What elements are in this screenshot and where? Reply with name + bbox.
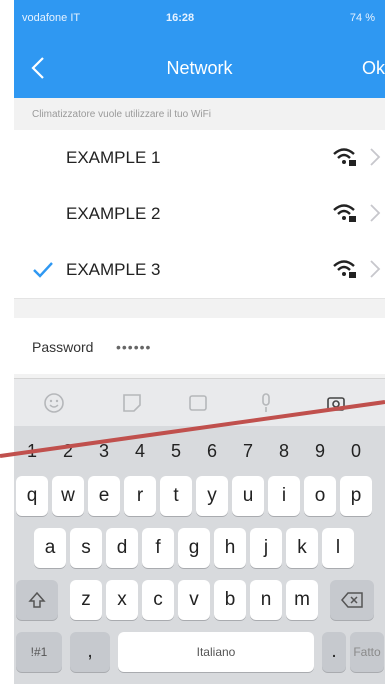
key-x[interactable]: x: [106, 580, 138, 620]
key-i[interactable]: i: [268, 476, 300, 516]
section-hint: Climatizzatore vuole utilizzare il tuo W…: [14, 98, 385, 130]
key-k[interactable]: k: [286, 528, 318, 568]
space-key[interactable]: Italiano: [118, 632, 314, 672]
password-field[interactable]: Password ••••••: [14, 318, 385, 374]
key-9[interactable]: 9: [302, 434, 338, 468]
status-bar: vodafone IT 16:28 74 %: [14, 0, 385, 40]
key-8[interactable]: 8: [266, 434, 302, 468]
phone-screen: vodafone IT 16:28 74 % Network Ok Climat…: [14, 0, 385, 684]
microphone-icon[interactable]: [254, 391, 278, 415]
key-l[interactable]: l: [322, 528, 354, 568]
key-0[interactable]: 0: [338, 434, 374, 468]
chevron-right-icon: [370, 204, 381, 222]
clock: 16:28: [166, 12, 195, 24]
key-2[interactable]: 2: [50, 434, 86, 468]
network-row-2[interactable]: EXAMPLE 2: [14, 186, 385, 243]
key-h[interactable]: h: [214, 528, 246, 568]
nav-bar: Network Ok: [14, 40, 385, 98]
comma-key[interactable]: ,: [70, 632, 110, 672]
hint-text: Climatizzatore vuole utilizzare il tuo W…: [32, 109, 211, 120]
left-margin: [0, 0, 14, 684]
key-d[interactable]: d: [106, 528, 138, 568]
gif-icon[interactable]: [186, 391, 210, 415]
shift-key[interactable]: [16, 580, 58, 620]
key-z[interactable]: z: [70, 580, 102, 620]
key-p[interactable]: p: [340, 476, 372, 516]
password-value[interactable]: ••••••: [116, 339, 151, 355]
period-key[interactable]: .: [322, 632, 346, 672]
network-row-3[interactable]: EXAMPLE 3: [14, 242, 385, 299]
network-name: EXAMPLE 2: [66, 204, 161, 223]
symbols-key[interactable]: !#1: [16, 632, 62, 672]
network-name: EXAMPLE 3: [66, 260, 161, 279]
page-title: Network: [166, 58, 233, 78]
wifi-lock-icon: [333, 204, 356, 222]
ok-button[interactable]: Ok: [362, 58, 385, 79]
carrier-label: vodafone IT: [22, 12, 81, 24]
key-w[interactable]: w: [52, 476, 84, 516]
key-c[interactable]: c: [142, 580, 174, 620]
key-g[interactable]: g: [178, 528, 210, 568]
wifi-lock-icon: [333, 148, 356, 166]
keyboard: 1 2 3 4 5 6 7 8 9 0 q w e r t y u i o p …: [14, 426, 385, 684]
settings-icon[interactable]: [324, 391, 348, 415]
backspace-icon: [341, 592, 363, 608]
network-name: EXAMPLE 1: [66, 148, 161, 167]
key-u[interactable]: u: [232, 476, 264, 516]
key-1[interactable]: 1: [14, 434, 50, 468]
emoji-icon[interactable]: [42, 391, 66, 415]
network-row-1[interactable]: EXAMPLE 1: [14, 130, 385, 187]
key-6[interactable]: 6: [194, 434, 230, 468]
key-r[interactable]: r: [124, 476, 156, 516]
keyboard-toolbar: [14, 378, 385, 427]
key-3[interactable]: 3: [86, 434, 122, 468]
checkmark-icon: [33, 262, 53, 278]
done-key[interactable]: Fatto: [350, 632, 384, 672]
key-e[interactable]: e: [88, 476, 120, 516]
sticker-icon[interactable]: [120, 391, 144, 415]
battery-label: 74 %: [349, 12, 375, 24]
key-b[interactable]: b: [214, 580, 246, 620]
key-m[interactable]: m: [286, 580, 318, 620]
key-t[interactable]: t: [160, 476, 192, 516]
shift-icon: [28, 591, 46, 608]
key-v[interactable]: v: [178, 580, 210, 620]
chevron-right-icon: [370, 260, 381, 278]
wifi-lock-icon: [333, 260, 356, 278]
key-7[interactable]: 7: [230, 434, 266, 468]
key-y[interactable]: y: [196, 476, 228, 516]
key-n[interactable]: n: [250, 580, 282, 620]
key-q[interactable]: q: [16, 476, 48, 516]
key-s[interactable]: s: [70, 528, 102, 568]
key-a[interactable]: a: [34, 528, 66, 568]
key-f[interactable]: f: [142, 528, 174, 568]
chevron-right-icon: [370, 148, 381, 166]
key-5[interactable]: 5: [158, 434, 194, 468]
key-4[interactable]: 4: [122, 434, 158, 468]
delete-key[interactable]: [330, 580, 374, 620]
key-o[interactable]: o: [304, 476, 336, 516]
key-j[interactable]: j: [250, 528, 282, 568]
password-label: Password: [32, 339, 94, 355]
